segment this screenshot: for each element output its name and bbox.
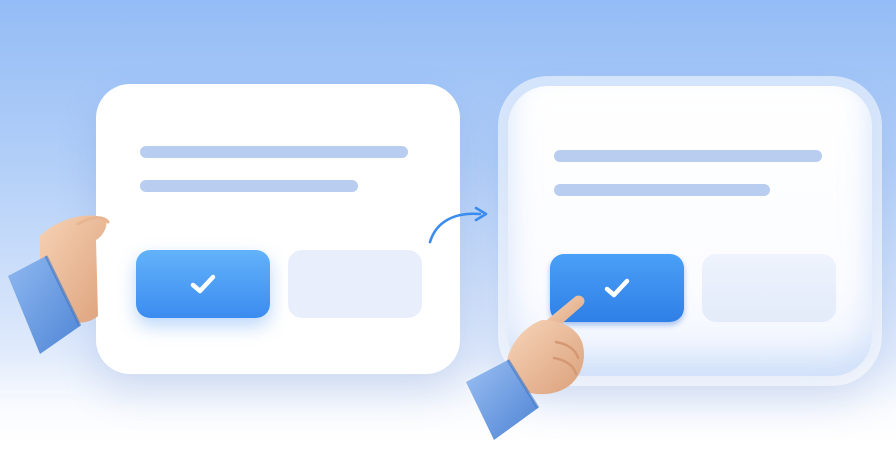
secondary-button[interactable] [288, 250, 422, 318]
checkmark-icon [190, 274, 216, 294]
pointing-hand-icon [466, 295, 585, 440]
confirm-button[interactable] [136, 250, 270, 318]
secondary-button[interactable] [702, 254, 836, 322]
text-placeholder-line-short [140, 180, 358, 192]
curved-arrow-icon [428, 206, 488, 244]
hand-holding-card-icon [8, 215, 110, 354]
text-placeholder-line-short [554, 184, 770, 196]
dialog-card-default [96, 84, 460, 374]
text-placeholder-line [140, 146, 408, 158]
text-placeholder-line [554, 150, 822, 162]
illustration-scene [0, 0, 896, 465]
